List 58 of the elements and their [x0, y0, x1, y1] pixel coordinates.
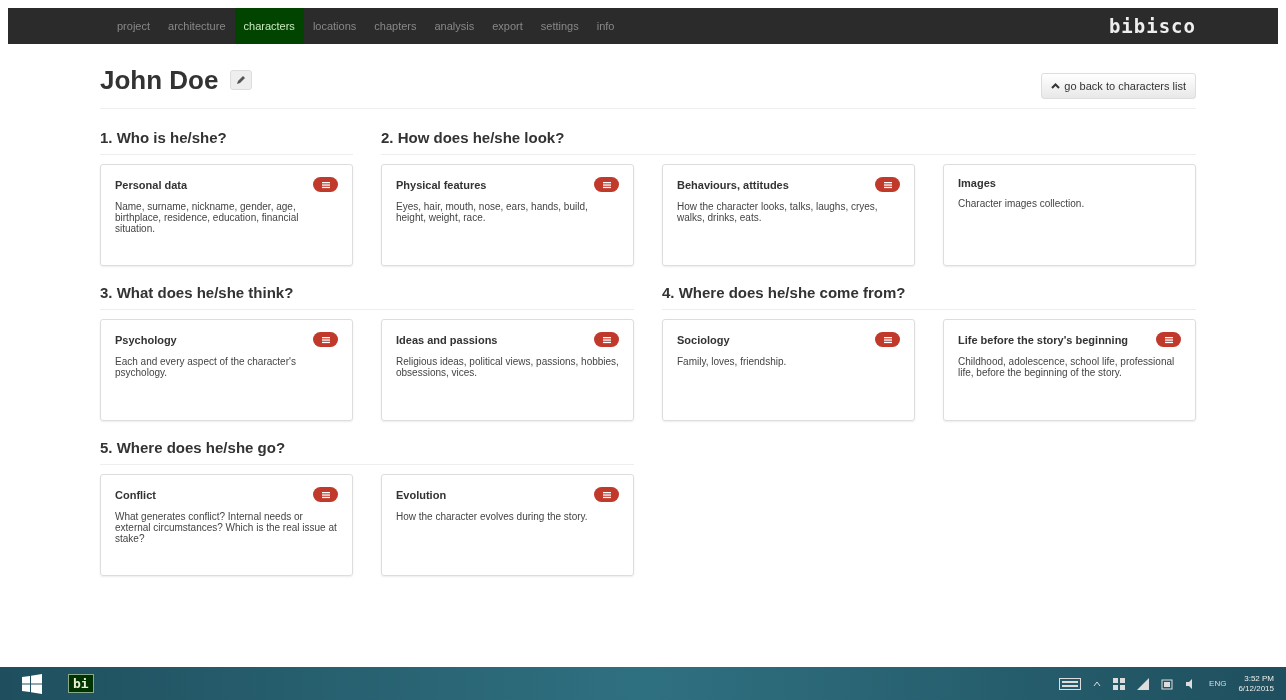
chevron-up-icon [1051, 83, 1061, 89]
card-description: What generates conflict? Internal needs or external circumstances? Which is the real issue at stake? [115, 511, 338, 544]
card-description: Religious ideas, political views, passions, hobbies, obsessions, vices. [396, 356, 619, 378]
topic-card[interactable]: Behaviours, attitudes How the character looks, talks, laughs, cryes, walks, drinks, eats. [662, 164, 915, 266]
card-description: Eyes, hair, mouth, nose, ears, hands, build, height, weight, race. [396, 201, 589, 223]
card-title: Psychology [115, 333, 177, 346]
card-title: Conflict [115, 488, 156, 501]
card-title: Sociology [677, 333, 730, 346]
topic-card[interactable]: Conflict What generates conflict? Internal needs or external circumstances? Which is the real issue at stake? [100, 474, 353, 576]
language-indicator[interactable]: ENG [1209, 679, 1227, 688]
topic-card[interactable]: Evolution How the character evolves during the story. [381, 474, 634, 576]
nav-tab[interactable]: settings [531, 8, 588, 44]
topic-card[interactable]: Physical features Eyes, hair, mouth, nose, ears, hands, build, height, weight, race. [381, 164, 634, 266]
character-name: John Doe [100, 64, 219, 96]
card-title: Life before the story's beginning [958, 333, 1129, 346]
nav-tab[interactable]: export [483, 8, 532, 44]
card-title: Personal data [115, 178, 188, 191]
card-description: How the character evolves during the story. [396, 511, 589, 522]
topic-card[interactable]: Sociology Family, loves, friendship. [662, 319, 915, 421]
back-button[interactable]: go back to characters list [1041, 73, 1196, 99]
section-heading: 1. Who is he/she? [100, 129, 353, 155]
windows-start-icon[interactable] [22, 673, 42, 694]
card-description: Family, loves, friendship. [677, 356, 788, 367]
card-description: Name, surname, nickname, gender, age, birthplace, residence, education, financial situation. [115, 201, 300, 234]
show-hidden-icon[interactable] [1093, 679, 1102, 688]
nav-tab[interactable]: architecture [159, 8, 235, 44]
card-description: Childhood, adolescence, school life, professional life, before the beginning of the story. [958, 356, 1176, 378]
nav-tab[interactable]: characters [234, 8, 304, 44]
clock-date[interactable]: 6/12/2015 [1238, 683, 1274, 694]
nav-tab[interactable]: locations [303, 8, 366, 44]
section-heading: 5. Where does he/she go? [100, 439, 634, 465]
app-logo: bibisco [1108, 14, 1196, 39]
topic-card[interactable]: Ideas and passions Religious ideas, political views, passions, hobbies, obsessions, vices. [381, 319, 634, 421]
section-heading: 4. Where does he/she come from? [662, 284, 1196, 310]
topic-card[interactable]: Personal data Name, surname, nickname, gender, age, birthplace, residence, education, financial situation. [100, 164, 353, 266]
taskbar-app-icon[interactable]: bi [68, 674, 94, 693]
nav-tab[interactable]: chapters [365, 8, 426, 44]
card-description: Character images collection. [958, 198, 1086, 209]
card-title: Evolution [396, 488, 447, 501]
clock-time[interactable]: 3:52 PM [1244, 673, 1274, 684]
card-title: Images [958, 177, 996, 189]
topic-card[interactable]: Images Character images collection. [943, 164, 1196, 266]
topic-card[interactable]: Life before the story's beginning Childhood, adolescence, school life, professional life, before the beginning of the story. [943, 319, 1196, 421]
keyboard-icon[interactable] [1059, 677, 1082, 690]
card-description: How the character looks, talks, laughs, cryes, walks, drinks, eats. [677, 201, 879, 223]
section-heading: 2. How does he/she look? [381, 129, 1196, 155]
topic-card[interactable]: Psychology Each and every aspect of the character's psychology. [100, 319, 353, 421]
nav-tab[interactable]: info [587, 8, 624, 44]
card-title: Physical features [396, 178, 487, 191]
signal-icon[interactable] [1137, 677, 1150, 690]
card-title: Behaviours, attitudes [677, 178, 789, 191]
nav-tab[interactable]: project [108, 8, 160, 44]
edit-button[interactable] [230, 70, 253, 90]
nav-tab[interactable]: analysis [425, 8, 484, 44]
pencil-icon [236, 75, 247, 85]
card-description: Each and every aspect of the character's psychology. [115, 356, 297, 378]
card-title: Ideas and passions [396, 333, 498, 346]
section-heading: 3. What does he/she think? [100, 284, 634, 310]
